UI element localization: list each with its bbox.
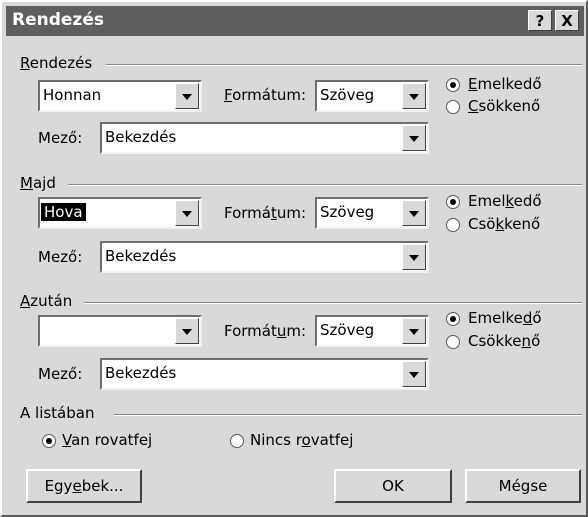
close-button[interactable]: X (555, 10, 579, 31)
descending-label: Csökkenő (468, 332, 541, 350)
group-divider (68, 184, 582, 186)
title-bar: Rendezés ? X (6, 6, 584, 36)
group-after-that-label: Azután (20, 292, 73, 310)
after-that-column-select[interactable] (38, 315, 202, 347)
chevron-down-icon[interactable] (402, 361, 426, 387)
format-value: Szöveg (320, 203, 375, 221)
descending-label: Csökkenő (468, 97, 541, 115)
format-select[interactable]: Szöveg (315, 80, 429, 112)
field-value: Bekezdés (105, 247, 177, 265)
field-value: Bekezdés (105, 128, 177, 146)
ascending-radio[interactable] (446, 78, 460, 92)
group-sort-by-label: Rendezés (20, 54, 93, 72)
sort-by-column-select[interactable]: Honnan (38, 80, 202, 112)
ascending-label: Emelkedő (468, 192, 542, 210)
field-value: Bekezdés (105, 364, 177, 382)
descending-label: Csökkenő (468, 215, 541, 233)
sort-dialog: Rendezés ? X Rendezés Honnan Formátum: S… (0, 0, 588, 517)
descending-radio[interactable] (446, 100, 460, 114)
format-label: Formátum: (224, 322, 307, 340)
ok-button[interactable]: OK (334, 469, 452, 503)
help-button[interactable]: ? (528, 10, 552, 31)
chevron-down-icon[interactable] (175, 83, 199, 109)
group-divider (106, 64, 582, 66)
ascending-label: Emelkedő (468, 75, 542, 93)
field-label: Mező: (38, 129, 83, 147)
chevron-down-icon[interactable] (402, 318, 426, 344)
field-label: Mező: (38, 248, 83, 266)
field-label: Mező: (38, 365, 83, 383)
chevron-down-icon[interactable] (402, 125, 426, 151)
group-divider (114, 414, 582, 416)
no-header-label: Nincs rovatfej (250, 431, 354, 449)
ascending-label: Emelkedő (468, 309, 542, 327)
format-select[interactable]: Szöveg (315, 315, 429, 347)
group-then-by-label: Majd (20, 174, 56, 192)
group-list-label: A listában (20, 404, 95, 422)
descending-radio[interactable] (446, 335, 460, 349)
sort-by-column-value: Honnan (43, 86, 102, 104)
chevron-down-icon[interactable] (175, 200, 199, 226)
ascending-radio[interactable] (446, 195, 460, 209)
format-label: Formátum: (224, 204, 307, 222)
has-header-radio[interactable] (42, 434, 56, 448)
then-by-column-value: Hova (41, 203, 86, 221)
chevron-down-icon[interactable] (402, 83, 426, 109)
format-value: Szöveg (320, 321, 375, 339)
chevron-down-icon[interactable] (175, 318, 199, 344)
chevron-down-icon[interactable] (402, 244, 426, 270)
field-select[interactable]: Bekezdés (100, 241, 429, 273)
ascending-radio[interactable] (446, 312, 460, 326)
more-button[interactable]: Egyebek... (26, 469, 142, 503)
group-divider (84, 302, 582, 304)
field-select[interactable]: Bekezdés (100, 122, 429, 154)
dialog-title: Rendezés (12, 10, 104, 30)
format-value: Szöveg (320, 86, 375, 104)
no-header-radio[interactable] (230, 434, 244, 448)
chevron-down-icon[interactable] (402, 200, 426, 226)
then-by-column-select[interactable]: Hova (38, 197, 202, 229)
format-select[interactable]: Szöveg (315, 197, 429, 229)
format-label: Formátum: (224, 86, 307, 104)
has-header-label: Van rovatfej (62, 431, 153, 449)
descending-radio[interactable] (446, 218, 460, 232)
field-select[interactable]: Bekezdés (100, 358, 429, 390)
cancel-button[interactable]: Mégse (465, 469, 581, 503)
